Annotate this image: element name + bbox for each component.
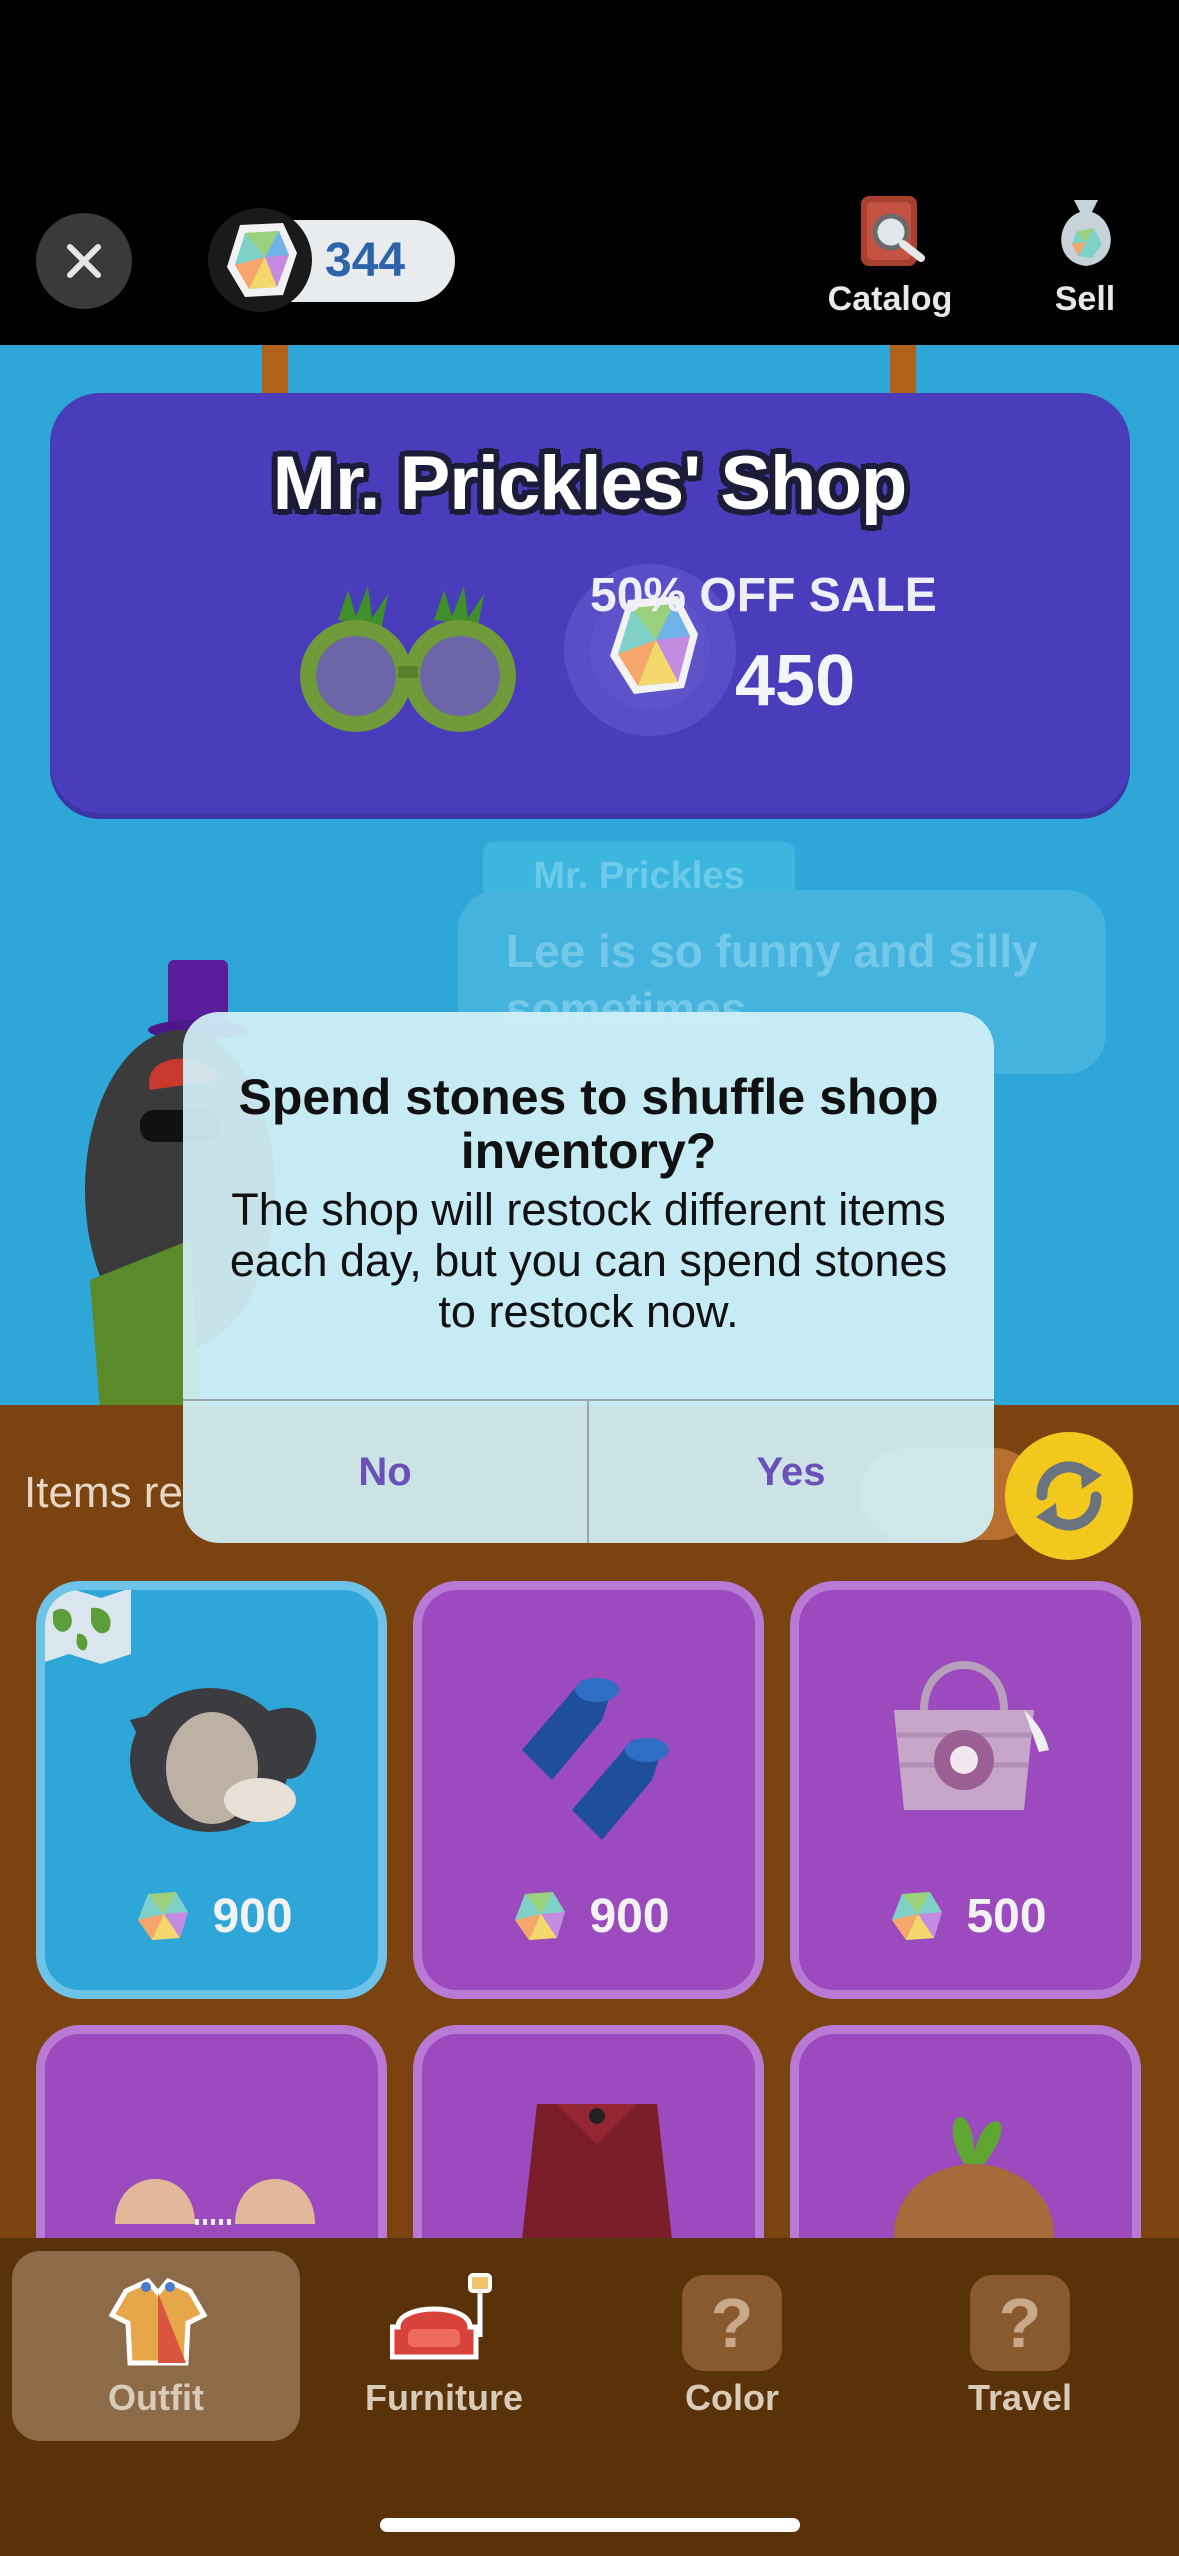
item-price-value: 900: [589, 1889, 670, 1943]
stone-icon: [515, 1892, 566, 1940]
stone-count: 344: [325, 234, 406, 287]
pineapple-glasses-icon: [300, 586, 516, 732]
sell-bag-icon: [1061, 200, 1111, 266]
close-button[interactable]: [36, 213, 132, 309]
sale-price: 450: [735, 641, 856, 721]
stone-icon: [138, 1892, 189, 1940]
sign-post-left: [262, 345, 288, 400]
nav-tab-travel[interactable]: ? Travel: [876, 2251, 1164, 2441]
item-price: 900: [422, 1884, 755, 1948]
seashell-image: [115, 2179, 315, 2225]
shop-item-hibiscus-tote-bag[interactable]: 500: [790, 1581, 1141, 1999]
stone-icon: [208, 208, 312, 312]
map-icon: [45, 1590, 131, 1664]
confirm-dialog: Spend stones to shuffle shop inventory? …: [183, 1012, 994, 1543]
sell-label: Sell: [1054, 280, 1116, 318]
catalog-button[interactable]: Catalog: [815, 190, 965, 320]
furniture-icon: [390, 2273, 492, 2360]
dialog-yes-button[interactable]: Yes: [589, 1401, 993, 1543]
dialog-title: Spend stones to shuffle shop inventory?: [238, 1069, 939, 1179]
stone-icon: [892, 1892, 943, 1940]
dialog-no-button[interactable]: No: [183, 1401, 587, 1543]
shop-item-penguin-outfit[interactable]: 900: [36, 1581, 387, 1999]
nav-label: Travel: [967, 2377, 1073, 2418]
item-price-value: 900: [212, 1889, 293, 1943]
outfit-icon: [108, 2277, 208, 2366]
sale-label: 50% OFF SALE: [590, 569, 937, 622]
nav-label: Outfit: [108, 2377, 204, 2418]
item-price: 900: [45, 1884, 378, 1948]
locked-question-icon: ?: [970, 2275, 1070, 2371]
nav-tab-color[interactable]: ? Color: [588, 2251, 876, 2441]
refresh-shop-button[interactable]: [1005, 1432, 1133, 1560]
top-bar: [0, 0, 1179, 345]
items-restock-label: Items re: [24, 1468, 183, 1517]
item-price-value: 500: [966, 1889, 1047, 1943]
flippers-image: [522, 1678, 669, 1840]
shop-title: Mr. Prickles' Shop: [272, 441, 908, 526]
item-price: 500: [799, 1884, 1132, 1948]
tote-bag-image: [894, 1661, 1049, 1810]
nav-tab-furniture[interactable]: Furniture: [300, 2251, 588, 2441]
nav-tab-outfit[interactable]: Outfit: [12, 2251, 300, 2441]
catalog-icon: [861, 196, 925, 266]
penguin-outfit-image: [130, 1688, 317, 1832]
dialog-message: The shop will restock different items ea…: [229, 1184, 948, 1337]
sell-button[interactable]: Sell: [1040, 190, 1130, 320]
locked-question-icon: ?: [682, 2275, 782, 2371]
catalog-label: Catalog: [827, 280, 953, 318]
home-indicator: [380, 2518, 800, 2532]
close-icon: [67, 244, 101, 278]
sign-post-right: [890, 345, 916, 400]
nav-label: Color: [685, 2377, 779, 2418]
refresh-icon: [1036, 1461, 1102, 1531]
shop-item-blue-flippers[interactable]: 900: [413, 1581, 764, 1999]
nav-label: Furniture: [365, 2377, 523, 2418]
